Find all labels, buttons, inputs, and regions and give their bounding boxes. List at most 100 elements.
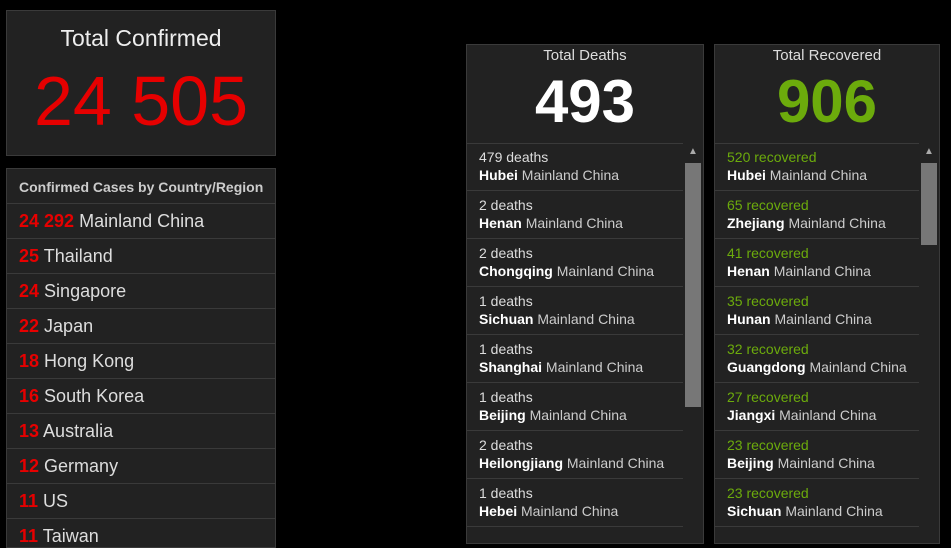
province-name: Hebei — [479, 503, 518, 519]
deaths-location: Henan Mainland China — [479, 215, 623, 231]
province-name: Chongqing — [479, 263, 553, 279]
province-name: Jiangxi — [727, 407, 776, 423]
region-name: Mainland China — [529, 407, 627, 423]
country-name: Hong Kong — [44, 351, 135, 371]
province-name: Hubei — [479, 167, 518, 183]
deaths-row[interactable]: 479 deaths Hubei Mainland China — [467, 143, 683, 191]
country-count: 13 — [19, 421, 40, 441]
country-row[interactable]: 13 Australia — [7, 414, 275, 449]
deaths-scrollbar[interactable]: ▲ — [683, 143, 703, 543]
deaths-location: Sichuan Mainland China — [479, 311, 635, 327]
province-name: Zhejiang — [727, 215, 785, 231]
deaths-row[interactable]: 1 deaths Shanghai Mainland China — [467, 335, 683, 383]
deaths-metric: 2 deaths — [479, 437, 533, 453]
total-recovered-title: Total Recovered — [772, 47, 882, 64]
country-row[interactable]: 11 Taiwan — [7, 519, 275, 547]
country-name: Germany — [44, 456, 119, 476]
recovered-location: Hunan Mainland China — [727, 311, 872, 327]
scroll-up-arrow-icon[interactable]: ▲ — [919, 143, 939, 161]
recovered-row[interactable]: 23 recovered Beijing Mainland China — [715, 431, 919, 479]
country-count: 16 — [19, 386, 40, 406]
deaths-location: Shanghai Mainland China — [479, 359, 643, 375]
recovered-row[interactable]: 520 recovered Hubei Mainland China — [715, 143, 919, 191]
recovered-location: Beijing Mainland China — [727, 455, 875, 471]
recovered-location: Sichuan Mainland China — [727, 503, 883, 519]
deaths-location: Beijing Mainland China — [479, 407, 627, 423]
recovered-metric: 65 recovered — [727, 197, 809, 213]
deaths-metric: 1 deaths — [479, 293, 533, 309]
province-name: Hubei — [727, 167, 766, 183]
deaths-row[interactable]: 2 deaths Heilongjiang Mainland China — [467, 431, 683, 479]
recovered-metric: 520 recovered — [727, 149, 817, 165]
deaths-list[interactable]: 479 deaths Hubei Mainland China 2 deaths He… — [467, 143, 683, 543]
country-row[interactable]: 24 292 Mainland China — [7, 204, 275, 239]
recovered-list[interactable]: 520 recovered Hubei Mainland China 65 reco… — [715, 143, 919, 543]
country-row[interactable]: 12 Germany — [7, 449, 275, 484]
total-recovered-header: Total Recovered 906 — [715, 45, 939, 144]
recovered-row[interactable]: 32 recovered Guangdong Mainland China — [715, 335, 919, 383]
province-name: Sichuan — [727, 503, 782, 519]
country-row[interactable]: 24 Singapore — [7, 274, 275, 309]
recovered-metric: 32 recovered — [727, 341, 809, 357]
region-name: Mainland China — [556, 263, 655, 279]
country-name: Taiwan — [42, 526, 99, 546]
country-list-header: Confirmed Cases by Country/Region — [7, 169, 275, 204]
deaths-row[interactable]: 1 deaths Hebei Mainland China — [467, 479, 683, 527]
country-row[interactable]: 16 South Korea — [7, 379, 275, 414]
region-name: Mainland China — [779, 407, 877, 423]
deaths-row[interactable]: 2 deaths Henan Mainland China — [467, 191, 683, 239]
total-recovered-panel: Total Recovered 906 520 recovered Hubei M… — [714, 44, 940, 544]
total-confirmed-title: Total Confirmed — [60, 25, 222, 51]
country-name: Mainland China — [79, 211, 205, 231]
country-name: Singapore — [44, 281, 127, 301]
deaths-row[interactable]: 1 deaths Sichuan Mainland China — [467, 287, 683, 335]
deaths-row[interactable]: 2 deaths Chongqing Mainland China — [467, 239, 683, 287]
scroll-up-arrow-icon[interactable]: ▲ — [683, 143, 703, 161]
recovered-scrollbar[interactable]: ▲ — [919, 143, 939, 543]
province-name: Beijing — [479, 407, 526, 423]
country-name: US — [43, 491, 69, 511]
recovered-row[interactable]: 41 recovered Henan Mainland China — [715, 239, 919, 287]
province-name: Sichuan — [479, 311, 534, 327]
country-list: 24 292 Mainland China 25 Thailand 24 Singa… — [7, 204, 275, 547]
region-name: Mainland China — [777, 455, 875, 471]
total-confirmed-count: 24 505 — [33, 62, 249, 140]
recovered-scroll-thumb[interactable] — [921, 163, 937, 245]
deaths-scroll-thumb[interactable] — [685, 163, 701, 407]
country-row[interactable]: 25 Thailand — [7, 239, 275, 274]
recovered-row[interactable]: 65 recovered Zhejiang Mainland China — [715, 191, 919, 239]
recovered-row[interactable]: 35 recovered Hunan Mainland China — [715, 287, 919, 335]
region-name: Mainland China — [521, 503, 619, 519]
recovered-location: Hubei Mainland China — [727, 167, 867, 183]
country-count: 12 — [19, 456, 40, 476]
region-name: Mainland China — [525, 215, 623, 231]
deaths-metric: 2 deaths — [479, 197, 533, 213]
country-row[interactable]: 18 Hong Kong — [7, 344, 275, 379]
province-name: Henan — [727, 263, 770, 279]
recovered-location: Zhejiang Mainland China — [727, 215, 886, 231]
country-name: Japan — [44, 316, 94, 336]
region-name: Mainland China — [785, 503, 883, 519]
recovered-row[interactable]: 23 recovered Sichuan Mainland China — [715, 479, 919, 527]
total-deaths-header: Total Deaths 493 — [467, 45, 703, 144]
deaths-row[interactable]: 1 deaths Beijing Mainland China — [467, 383, 683, 431]
deaths-location: Hebei Mainland China — [479, 503, 618, 519]
country-count: 25 — [19, 246, 40, 266]
recovered-location: Henan Mainland China — [727, 263, 871, 279]
country-row[interactable]: 22 Japan — [7, 309, 275, 344]
recovered-metric: 23 recovered — [727, 485, 809, 501]
recovered-metric: 23 recovered — [727, 437, 809, 453]
deaths-location: Heilongjiang Mainland China — [479, 455, 664, 471]
country-name: South Korea — [44, 386, 145, 406]
deaths-metric: 2 deaths — [479, 245, 533, 261]
country-count: 11 — [19, 491, 39, 511]
region-name: Mainland China — [788, 215, 886, 231]
deaths-metric: 479 deaths — [479, 149, 549, 165]
recovered-row[interactable]: 27 recovered Jiangxi Mainland China — [715, 383, 919, 431]
country-count: 18 — [19, 351, 40, 371]
recovered-metric: 35 recovered — [727, 293, 809, 309]
country-row[interactable]: 11 US — [7, 484, 275, 519]
total-confirmed-panel: Total Confirmed 24 505 — [6, 10, 276, 156]
region-name: Mainland China — [774, 311, 872, 327]
deaths-location: Hubei Mainland China — [479, 167, 619, 183]
